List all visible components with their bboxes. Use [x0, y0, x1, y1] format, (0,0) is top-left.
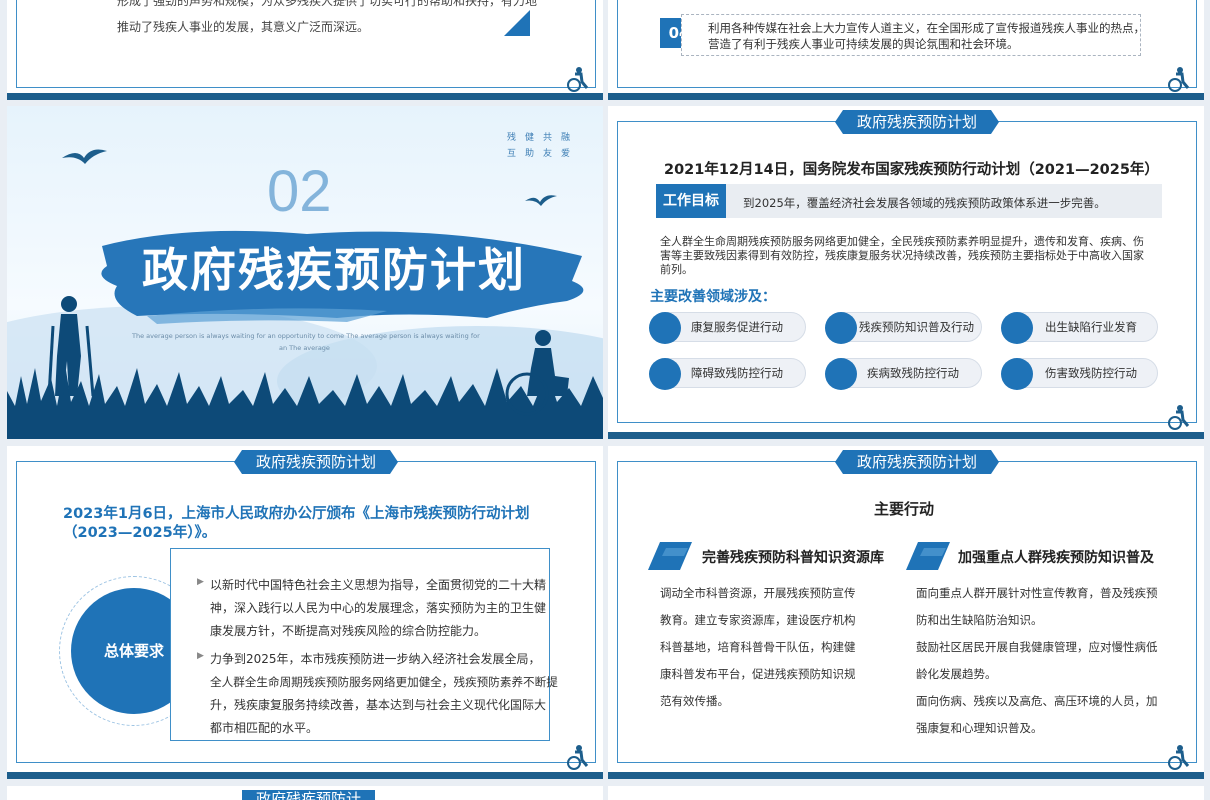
pill-dot [825, 312, 857, 344]
slide-heading: （2023—2025年）》。 [63, 525, 217, 541]
text-line: 形成了强劲的声势和规模，为众多残疾人提供了切实可行的帮助和扶持，有力地 [117, 0, 538, 8]
slide-bottom-left[interactable]: 政府残疾预防计 [7, 786, 603, 800]
parallelogram-icon [648, 542, 692, 570]
cover-title: 政府残疾预防计划 [142, 243, 526, 297]
areas-title: 主要改善领域涉及： [650, 289, 776, 305]
section-tag: 政府残疾预防计划 [233, 450, 399, 474]
text-line: 利用各种传媒在社会上大力宣传人道主义，在全国形成了宣传报道残疾人事业的热点， [708, 21, 1145, 35]
arrow-icon: ▶ [197, 577, 204, 587]
area-label: 伤害致残防控行动 [1045, 366, 1137, 380]
area-label: 出生缺陷行业发育 [1045, 320, 1137, 334]
text-line: 龄化发展趋势。 [916, 667, 997, 681]
cover-motto-line: 互 助 友 爱 [507, 149, 571, 159]
bullet-line: 力争到2025年，本市残疾预防进一步纳入经济社会发展全局， [210, 652, 541, 666]
goal-label: 工作目标 [656, 184, 726, 218]
slide-cover[interactable]: 残 健 共 融 互 助 友 爱 02 政府残疾预防计划 The average … [7, 106, 603, 439]
slide-top-left[interactable]: 形成了强劲的声势和规模，为众多残疾人提供了切实可行的帮助和扶持，有力地 推动了残… [7, 0, 603, 100]
column-text: 面向重点人群开展针对性宣传教育，普及残疾预 防和出生缺陷防治知识。 鼓励社区居民… [916, 580, 1158, 742]
area-label: 障碍致残防控行动 [691, 366, 783, 380]
corner-triangle-icon [504, 10, 530, 36]
bullet-line: 以新时代中国特色社会主义思想为指导，全面贯彻党的二十大精 [210, 578, 547, 592]
wheelchair-icon [567, 67, 589, 92]
wheelchair-icon [1168, 405, 1190, 430]
pill-dot [649, 312, 681, 344]
parallelogram-icon [906, 542, 950, 570]
cover-motto-line: 残 健 共 融 [507, 133, 571, 143]
arrow-icon: ▶ [197, 651, 204, 661]
cover-subtitle: an The average [279, 344, 330, 352]
bullet-line: 全人群全生命周期残疾预防服务网络更加健全，残疾预防素养不断提 [210, 675, 558, 689]
text-line: 面向伤病、残疾以及高危、高压环境的人员，加 [916, 694, 1158, 708]
text-line: 防和出生缺陷防治知识。 [916, 613, 1043, 627]
area-pill[interactable]: 残疾预防知识普及行动 [825, 312, 982, 344]
text-line: 调动全市科普资源，开展残疾预防宣传 [660, 586, 856, 600]
wheelchair-icon [1168, 67, 1190, 92]
section-tag: 政府残疾预防计 [242, 790, 376, 800]
area-label: 残疾预防知识普及行动 [859, 320, 974, 334]
section-tag: 政府残疾预防计划 [834, 110, 1000, 134]
slide-bottom-bar [608, 93, 1204, 100]
area-label: 康复服务促进行动 [691, 320, 783, 334]
slide-bottom-right[interactable] [608, 786, 1204, 800]
slide-shanghai-plan[interactable]: 政府残疾预防计划 2023年1月6日，上海市人民政府办公厅颁布《上海市残疾预防行… [7, 446, 603, 779]
slide-heading: 2023年1月6日，上海市人民政府办公厅颁布《上海市残疾预防行动计划 [63, 506, 530, 522]
text-line: 教育。建立专家资源库，建设医疗机构 [660, 613, 856, 627]
text-line: 强康复和心理知识普及。 [916, 721, 1043, 735]
text-line: 营造了有利于残疾人事业可持续发展的舆论氛围和社会环境。 [708, 37, 1019, 51]
pill-dot [1001, 358, 1033, 390]
cover-subtitle: The average person is always waiting for… [132, 332, 480, 340]
goal-text: 到2025年，覆盖经济社会发展各领域的残疾预防政策体系进一步完善。 [743, 196, 1106, 210]
bullet-line: 都市相匹配的水平。 [210, 721, 319, 735]
area-pill[interactable]: 疾病致残防控行动 [825, 358, 982, 390]
bird-icon [62, 149, 107, 164]
slide-bottom-bar [7, 93, 603, 100]
bullet-line: 康发展方针，不断提高对残疾风险的综合防控能力。 [210, 624, 487, 638]
column-text: 调动全市科普资源，开展残疾预防宣传 教育。建立专家资源库，建设医疗机构 科普基地… [660, 580, 856, 715]
slide-top-right[interactable]: 04 利用各种传媒在社会上大力宣传人道主义，在全国形成了宣传报道残疾人事业的热点… [608, 0, 1204, 100]
area-label: 疾病致残防控行动 [867, 366, 959, 380]
slide-national-plan[interactable]: 政府残疾预防计划 2021年12月14日，国务院发布国家残疾预防行动计划（202… [608, 106, 1204, 439]
section-tag: 政府残疾预防计划 [834, 450, 1000, 474]
pill-dot [825, 358, 857, 390]
wheelchair-icon [1168, 745, 1190, 770]
bullet-line: 升，残疾康复服务持续改善，基本达到与社会主义现代化国际大 [210, 698, 547, 712]
text-line: 范有效传播。 [660, 694, 729, 708]
slide-bottom-bar [608, 432, 1204, 439]
slide-heading: 主要行动 [874, 500, 935, 518]
slide-heading: 2021年12月14日，国务院发布国家残疾预防行动计划（2021—2025年） [664, 162, 1159, 178]
area-pill[interactable]: 伤害致残防控行动 [1001, 358, 1158, 390]
text-line: 鼓励社区居民开展自我健康管理，应对慢性病低 [916, 640, 1158, 654]
area-pill[interactable]: 康复服务促进行动 [649, 312, 806, 344]
pill-dot [1001, 312, 1033, 344]
text-line: 面向重点人群开展针对性宣传教育，普及残疾预 [916, 586, 1158, 600]
paragraph-line: 害等主要致残因素得到有效防控，残疾康复服务状况持续改善，残疾预防主要指标处于中高… [660, 249, 1144, 262]
column-title: 加强重点人群残疾预防知识普及 [958, 550, 1154, 566]
slide-bottom-bar [608, 772, 1204, 779]
text-line: 推动了残疾人事业的发展，其意义广泛而深远。 [117, 20, 370, 34]
text-line: 康科普发布平台，促进残疾预防知识规 [660, 667, 856, 681]
slide-main-actions[interactable]: 政府残疾预防计划 主要行动 完善残疾预防科普知识资源库 加强重点人群残疾预防知识… [608, 446, 1204, 779]
slide-bottom-bar [7, 772, 603, 779]
text-line: 科普基地，培育科普骨干队伍，构建健 [660, 640, 856, 654]
paragraph-line: 前列。 [660, 263, 693, 276]
pill-dot [649, 358, 681, 390]
column-title: 完善残疾预防科普知识资源库 [702, 550, 884, 566]
cover-number: 02 [267, 159, 332, 224]
wheelchair-icon [567, 745, 589, 770]
area-pill[interactable]: 出生缺陷行业发育 [1001, 312, 1158, 344]
area-pill[interactable]: 障碍致残防控行动 [649, 358, 806, 390]
bird-icon [525, 195, 557, 206]
bullet-line: 神，深入践行以人民为中心的发展理念，落实预防为主的卫生健 [210, 601, 547, 615]
